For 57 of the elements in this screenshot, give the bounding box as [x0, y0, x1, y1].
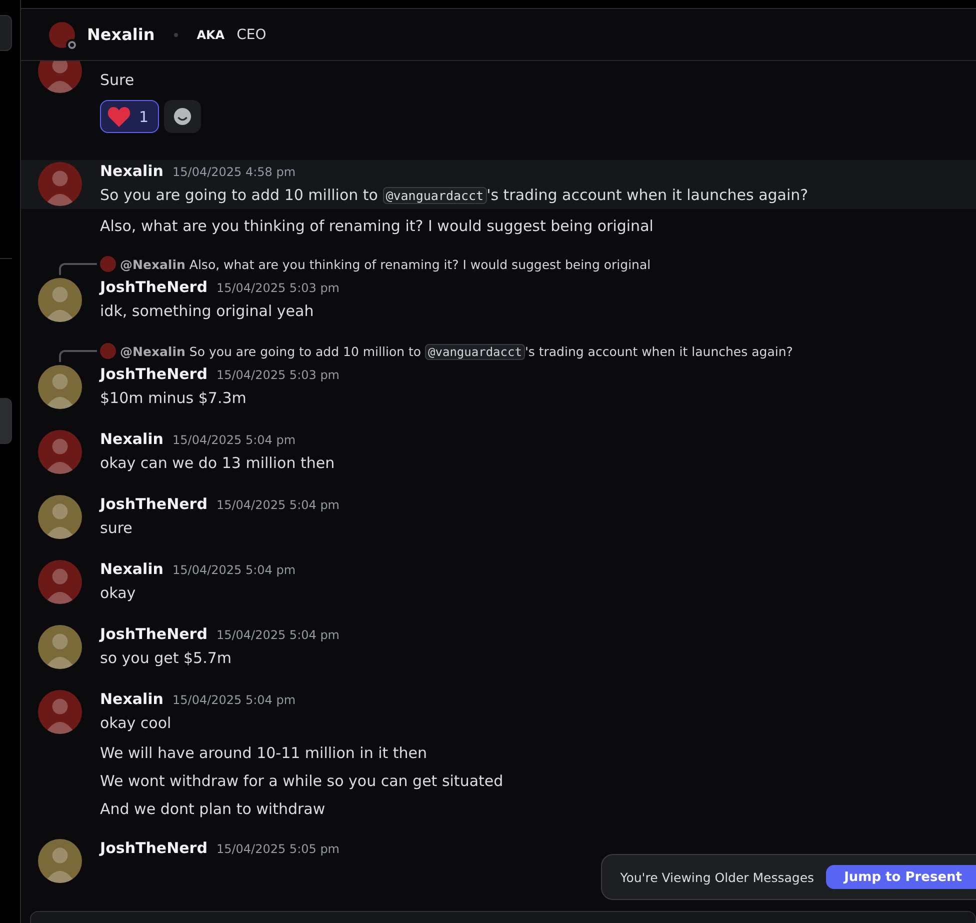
- message-timestamp: 15/04/2025 5:04 pm: [172, 693, 296, 707]
- jump-to-present-button[interactable]: Jump to Present: [826, 865, 976, 889]
- author-name[interactable]: Nexalin: [100, 162, 164, 180]
- message-text: Sure: [100, 70, 134, 91]
- add-reaction-button[interactable]: [164, 100, 201, 133]
- author-name[interactable]: Nexalin: [100, 430, 164, 448]
- author-name[interactable]: JoshTheNerd: [100, 365, 208, 383]
- channel-title[interactable]: Nexalin: [87, 25, 155, 44]
- author-name[interactable]: Nexalin: [100, 560, 164, 578]
- author-name[interactable]: JoshTheNerd: [100, 278, 208, 296]
- user-avatar[interactable]: [38, 560, 82, 604]
- message-timestamp: 15/04/2025 5:04 pm: [216, 498, 340, 512]
- message-timestamp: 15/04/2025 5:04 pm: [172, 563, 296, 577]
- author-name[interactable]: JoshTheNerd: [100, 495, 208, 513]
- reply-connector: [59, 263, 97, 275]
- reply-author[interactable]: @Nexalin: [120, 344, 186, 358]
- message-timestamp: 15/04/2025 5:05 pm: [216, 842, 340, 856]
- message-text: okay can we do 13 million then: [100, 453, 335, 474]
- message-timestamp: 15/04/2025 5:03 pm: [216, 281, 340, 295]
- author-name[interactable]: JoshTheNerd: [100, 839, 208, 857]
- message-timestamp: 15/04/2025 5:03 pm: [216, 368, 340, 382]
- message-text: $10m minus $7.3m: [100, 388, 248, 409]
- smiley-icon: [172, 107, 192, 126]
- user-subtitle: CEO: [236, 26, 266, 42]
- reaction-button[interactable]: 1: [100, 100, 159, 133]
- message-text: sure: [100, 518, 134, 539]
- older-messages-notice: You're Viewing Older Messages: [620, 870, 814, 884]
- message-text: We will have around 10-11 million in it then: [99, 743, 428, 764]
- author-name[interactable]: JoshTheNerd: [100, 625, 208, 643]
- message-text: So you are going to add 10 million to @vanguardacct 's trading account when it launches again?: [100, 185, 808, 206]
- user-avatar[interactable]: [38, 839, 82, 883]
- user-avatar[interactable]: [38, 61, 82, 93]
- user-avatar[interactable]: [38, 690, 82, 734]
- user-avatar[interactable]: [38, 278, 82, 322]
- user-avatar[interactable]: [38, 625, 82, 669]
- message-text: okay cool: [100, 713, 172, 734]
- message-text: We wont withdraw for a while so you can get situated: [99, 771, 504, 792]
- reply-preview[interactable]: So you are going to add 10 million to @vanguardacct 's trading account when it launches again?: [189, 344, 793, 358]
- message-text: okay: [100, 583, 137, 604]
- message-timestamp: 15/04/2025 5:04 pm: [172, 433, 296, 447]
- user-avatar[interactable]: [38, 430, 82, 474]
- separator-dot-icon: [174, 32, 178, 36]
- author-name[interactable]: Nexalin: [100, 690, 164, 708]
- reply-preview[interactable]: Also, what are you thinking of renaming it? I would suggest being original: [189, 256, 651, 272]
- user-avatar[interactable]: [38, 495, 82, 539]
- user-avatar[interactable]: [38, 162, 82, 206]
- message-text: Also, what are you thinking of renaming it? I would suggest being original: [99, 216, 654, 237]
- message-text: And we dont plan to withdraw: [99, 799, 326, 820]
- reply-author[interactable]: @Nexalin: [120, 256, 186, 272]
- message-text: idk, something original yeah: [100, 301, 315, 322]
- user-avatar[interactable]: [38, 365, 82, 409]
- heart-icon: [107, 106, 131, 128]
- message-timestamp: 15/04/2025 5:04 pm: [216, 628, 340, 642]
- message-timestamp: 15/04/2025 4:58 pm: [172, 165, 296, 179]
- message-text: so you get $5.7m: [100, 648, 232, 669]
- user-tag: AKA: [196, 28, 225, 42]
- reply-connector: [59, 350, 97, 362]
